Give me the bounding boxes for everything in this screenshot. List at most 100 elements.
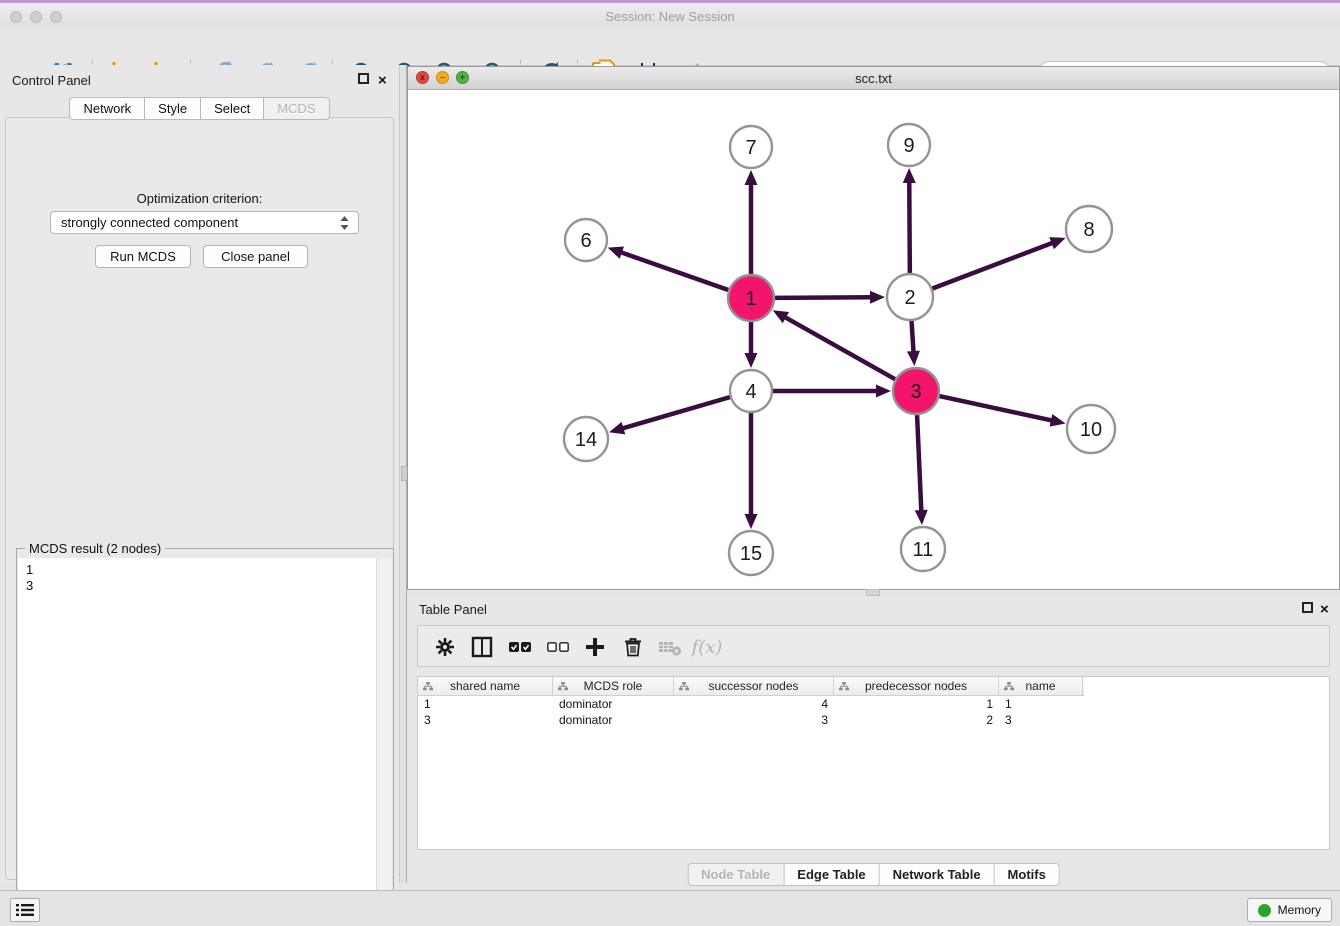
table-cell[interactable]: 3 [674, 712, 834, 728]
graph-edge-2-8 [932, 242, 1053, 288]
graph-node-label-6: 6 [580, 230, 591, 252]
table-body: 1dominator4113dominator323 [418, 696, 1329, 728]
tab-node-table[interactable]: Node Table [687, 863, 784, 886]
edge-arrowhead [907, 351, 920, 366]
dropdown-stepper-icon [339, 215, 350, 231]
list-icon [16, 903, 34, 917]
tab-network-table[interactable]: Network Table [880, 863, 995, 886]
graph-edge-2-3 [912, 321, 914, 353]
show-columns-icon[interactable] [470, 635, 494, 659]
mcds-result-title: MCDS result (2 nodes) [25, 541, 165, 556]
status-bar: Memory [0, 890, 1340, 926]
control-panel: Control Panel × NetworkStyleSelectMCDS O… [0, 65, 399, 883]
graph-node-label-9: 9 [903, 135, 914, 157]
tab-style[interactable]: Style [145, 97, 201, 120]
graph-node-label-4: 4 [745, 381, 756, 403]
table-cell[interactable]: 3 [999, 712, 1083, 728]
fx-label: f(x) [692, 637, 723, 658]
criterion-value: strongly connected component [61, 215, 238, 230]
divider-grip[interactable] [866, 589, 880, 596]
graph-node-label-7: 7 [745, 137, 756, 159]
table-tabs: Node TableEdge TableNetwork TableMotifs [687, 863, 1060, 886]
graph-node-label-2: 2 [904, 287, 915, 309]
edge-arrowhead [870, 291, 885, 304]
task-history-button[interactable] [10, 898, 40, 922]
tab-network[interactable]: Network [69, 97, 145, 120]
select-all-rows-icon[interactable] [508, 635, 532, 659]
graph-edge-3-10 [939, 396, 1052, 421]
result-scrollbar[interactable] [376, 558, 392, 925]
close-table-panel-icon[interactable]: × [1320, 601, 1333, 614]
column-header-predecessor-nodes[interactable]: predecessor nodes [834, 677, 999, 695]
table-row[interactable]: 3dominator323 [418, 712, 1329, 728]
main-toolbar [0, 28, 1340, 66]
graph-edge-1-6 [620, 252, 728, 290]
control-panel-tabs: NetworkStyleSelectMCDS [0, 97, 399, 120]
table-toolbar: f(x) [417, 625, 1330, 667]
graph-node-label-10: 10 [1080, 419, 1102, 441]
mcds-panel: Optimization criterion: strongly connect… [5, 117, 394, 880]
edge-arrowhead [876, 385, 891, 398]
table-cell[interactable]: 1 [834, 696, 999, 712]
table-cell[interactable]: 2 [834, 712, 999, 728]
graph-node-label-11: 11 [913, 539, 934, 561]
graph-edge-2-9 [909, 181, 910, 273]
edge-arrowhead [745, 514, 758, 529]
graph-edge-3-1 [784, 317, 895, 380]
edge-arrowhead [915, 510, 928, 525]
table-panel-title: Table Panel [419, 602, 487, 617]
graph-edge-4-14 [622, 397, 730, 429]
table-cell[interactable]: 3 [418, 712, 553, 728]
column-header-shared-name[interactable]: shared name [418, 677, 553, 695]
application-window: Session: New Session [0, 0, 1340, 926]
mcds-result-text: 1 3 [18, 558, 377, 925]
close-panel-button[interactable]: Close panel [203, 245, 308, 268]
memory-status-dot [1258, 904, 1271, 917]
table-cell[interactable]: 1 [418, 696, 553, 712]
table-row[interactable]: 1dominator411 [418, 696, 1329, 712]
float-panel-icon[interactable] [358, 72, 371, 85]
graph-node-label-14: 14 [575, 429, 597, 451]
panel-divider[interactable] [399, 65, 407, 883]
table-cell[interactable]: 4 [674, 696, 834, 712]
graph-edge-1-2 [775, 297, 872, 298]
run-mcds-button[interactable]: Run MCDS [95, 245, 191, 268]
table-cell[interactable]: dominator [553, 696, 674, 712]
network-frame-title: scc.txt [408, 71, 1339, 86]
control-panel-header: Control Panel × [0, 65, 399, 93]
memory-button[interactable]: Memory [1247, 898, 1332, 922]
graph-node-label-8: 8 [1083, 219, 1094, 241]
column-header-name[interactable]: name [999, 677, 1083, 695]
optimization-criterion-label: Optimization criterion: [6, 191, 393, 206]
edge-arrowhead [608, 246, 624, 258]
table-header-row: shared nameMCDS rolesuccessor nodesprede… [418, 677, 1084, 696]
column-header-MCDS-role[interactable]: MCDS role [553, 677, 674, 695]
tab-edge-table[interactable]: Edge Table [784, 863, 879, 886]
tab-motifs[interactable]: Motifs [995, 863, 1060, 886]
column-header-successor-nodes[interactable]: successor nodes [674, 677, 834, 695]
network-canvas[interactable]: 7 9 6 8 1 2 4 3 14 10 15 11 [408, 89, 1339, 589]
function-builder-icon: f(x) [695, 635, 719, 659]
node-table: shared nameMCDS rolesuccessor nodesprede… [417, 676, 1330, 850]
delete-row-icon[interactable] [621, 635, 645, 659]
control-panel-title: Control Panel [12, 73, 91, 88]
table-panel: Table Panel × [407, 596, 1340, 890]
graph-node-label-15: 15 [740, 543, 762, 565]
edge-arrowhead [1050, 414, 1066, 427]
memory-label: Memory [1278, 903, 1321, 917]
graph-node-label-1: 1 [745, 288, 756, 310]
tab-mcds[interactable]: MCDS [264, 97, 329, 120]
add-row-icon[interactable] [583, 635, 607, 659]
table-settings-icon[interactable] [433, 635, 457, 659]
table-cell[interactable]: 1 [999, 696, 1083, 712]
titlebar: Session: New Session [0, 3, 1340, 28]
deselect-all-rows-icon[interactable] [546, 635, 570, 659]
criterion-dropdown[interactable]: strongly connected component [50, 211, 359, 234]
graph-edge-3-11 [917, 415, 921, 512]
close-panel-icon[interactable]: × [378, 72, 391, 85]
edge-arrowhead [745, 353, 758, 368]
table-cell[interactable]: dominator [553, 712, 674, 728]
graph-node-label-3: 3 [910, 381, 921, 403]
tab-select[interactable]: Select [201, 97, 264, 120]
float-table-panel-icon[interactable] [1302, 601, 1315, 614]
